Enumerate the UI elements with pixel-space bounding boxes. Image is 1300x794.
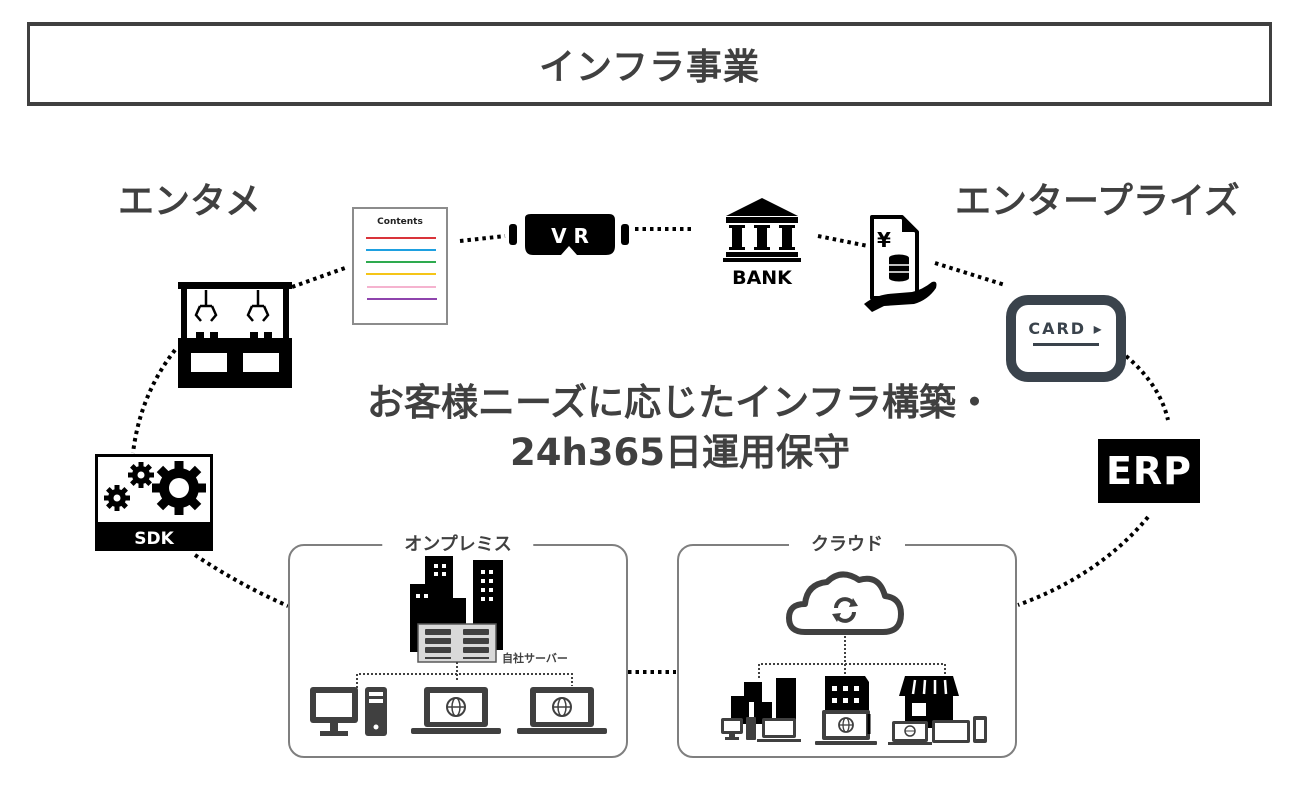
onpremise-illustration <box>310 556 607 736</box>
erp-label: ERP <box>1105 449 1193 493</box>
contents-label: Contents <box>377 217 423 227</box>
connector-yendoc-card <box>934 261 1006 287</box>
sdk-label: SDK <box>134 529 174 549</box>
contents-lines <box>366 237 437 300</box>
center-message: お客様ニーズに応じたインフラ構築・ 24h365日運用保守 <box>330 378 1030 478</box>
claw-machine-icon <box>178 282 292 388</box>
card-label: CARD ▸ <box>1028 319 1104 338</box>
connector-bank-yendoc <box>817 234 869 248</box>
connector-erp-cloud <box>1017 515 1150 607</box>
connector-contents-vr <box>459 234 506 243</box>
sdk-icon: SDK <box>95 454 213 551</box>
contents-document-icon: Contents <box>352 207 448 325</box>
connector-claw-sdk <box>131 348 177 454</box>
card-icon: CARD ▸ <box>1006 295 1126 382</box>
server-icon <box>417 623 497 663</box>
bank-icon: BANK <box>723 198 801 288</box>
yen-document-hand-icon: ¥ <box>864 215 937 312</box>
connector-card-erp <box>1124 354 1170 421</box>
vr-label: V R <box>551 224 589 248</box>
cloud-illustration <box>721 571 987 745</box>
server-label: 自社サーバー <box>502 652 568 665</box>
yen-label: ¥ <box>877 228 891 252</box>
connector-claw-contents <box>291 266 346 289</box>
connector-sdk-onpremise <box>193 553 289 608</box>
cloud-group: クラウド <box>677 530 1017 758</box>
laptop-icon-2 <box>517 687 607 734</box>
bank-label: BANK <box>732 267 793 288</box>
cloud-sync-icon <box>786 571 904 635</box>
erp-icon: ERP <box>1098 439 1200 503</box>
center-message-line1: お客様ニーズに応じたインフラ構築・ <box>366 381 994 424</box>
center-message-line2: 24h365日運用保守 <box>509 431 851 474</box>
vr-headset-icon: V R <box>509 214 629 255</box>
office-buildings-icon <box>731 678 796 724</box>
onpremise-group: オンプレミス 自社サーバー <box>288 530 628 758</box>
card-underline <box>1033 343 1099 346</box>
laptop-icon-1 <box>411 687 501 734</box>
